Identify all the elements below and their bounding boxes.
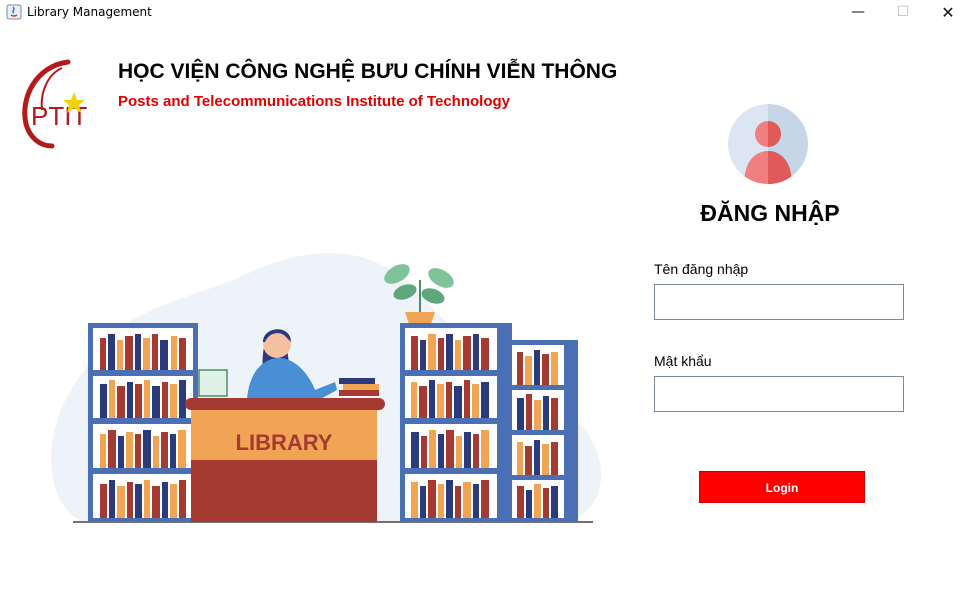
library-illustration: LIBRARY: [51, 253, 602, 523]
password-label: Mật khẩu: [654, 353, 712, 369]
window-title: Library Management: [27, 5, 152, 19]
institute-name-english: Posts and Telecommunications Institute o…: [118, 93, 510, 110]
username-label: Tên đăng nhập: [654, 261, 749, 277]
ptit-logo: PTIT: [22, 59, 87, 149]
close-button[interactable]: ✕: [925, 0, 970, 24]
left-bookshelf: [88, 323, 198, 522]
login-button[interactable]: Login: [699, 471, 865, 503]
right-bookshelf: [400, 323, 578, 522]
maximize-button[interactable]: ☐: [880, 0, 926, 24]
login-heading: ĐĂNG NHẬP: [700, 200, 840, 226]
minimize-button[interactable]: —: [835, 0, 881, 24]
java-app-icon: [6, 4, 22, 20]
institute-name-vietnamese: HỌC VIỆN CÔNG NGHỆ BƯU CHÍNH VIỄN THÔNG: [118, 60, 618, 83]
window-titlebar: Library Management — ☐ ✕: [0, 0, 970, 24]
username-input[interactable]: [654, 284, 904, 320]
user-avatar-icon: [728, 104, 808, 184]
desk-library-sign: LIBRARY: [236, 430, 333, 455]
password-input[interactable]: [654, 376, 904, 412]
